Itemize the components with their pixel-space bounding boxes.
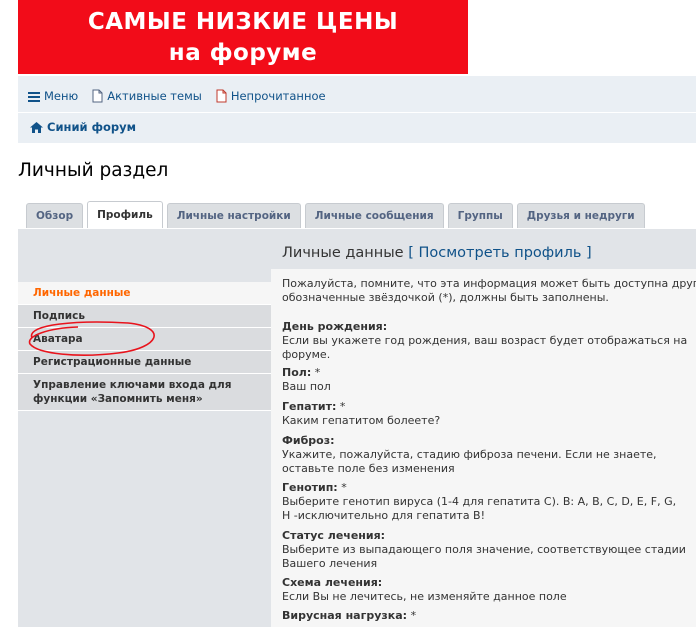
navbar: Меню Активные темы Непрочитанное Синий ф… xyxy=(18,76,696,143)
fibrosis-label: Фиброз: xyxy=(282,434,335,447)
genotype-desc-1: Выберите генотип вируса (1-4 для гепатит… xyxy=(282,495,677,508)
intro-line-2: обозначенные звёздочкой (*), должны быть… xyxy=(282,291,609,304)
fibrosis-desc-1: Укажите, пожалуйста, стадию фиброза пече… xyxy=(282,448,657,461)
menu-link[interactable]: Меню xyxy=(28,89,78,103)
forum-name: Синий форум xyxy=(47,120,137,134)
autologin-line-2: функции «Запомнить меня» xyxy=(33,393,203,405)
unread-file-icon xyxy=(216,89,227,103)
hamburger-icon xyxy=(28,91,40,102)
profile-sidebar: Личные данные Подпись Аватара Регистраци… xyxy=(18,282,271,411)
field-fibrosis: Фиброз: Укажите, пожалуйста, стадию фибр… xyxy=(282,434,696,476)
active-topics-link[interactable]: Активные темы xyxy=(92,89,202,103)
sidebar-item-autologin-keys[interactable]: Управление ключами входа для функции «За… xyxy=(18,374,271,411)
treatment-scheme-label: Схема лечения: xyxy=(282,576,383,589)
tab-private-messages[interactable]: Личные сообщения xyxy=(304,203,444,228)
genotype-desc-2: H -исключительно для гепатита В! xyxy=(282,509,486,522)
field-genotype: Генотип: * Выберите генотип вируса (1-4 … xyxy=(282,481,696,523)
field-viral-load: Вирусная нагрузка: * xyxy=(282,609,696,623)
banner-line-1: САМЫЕ НИЗКИЕ ЦЕНЫ xyxy=(87,9,399,35)
treatment-scheme-desc: Если Вы не лечитесь, не изменяйте данное… xyxy=(282,590,567,603)
unread-label: Непрочитанное xyxy=(230,89,326,103)
sidebar-item-signature[interactable]: Подпись xyxy=(18,305,271,328)
birthday-desc-1: Если вы укажете год рождения, ваш возрас… xyxy=(282,334,688,347)
gender-required: * xyxy=(311,366,321,379)
banner-line-2: на форуме xyxy=(168,40,318,66)
gender-desc: Ваш пол xyxy=(282,380,331,393)
hepatitis-label: Гепатит: xyxy=(282,400,337,413)
intro-text: Пожалуйста, помните, что эта информация … xyxy=(282,277,696,305)
ucp-tabs: Обзор Профиль Личные настройки Личные со… xyxy=(26,201,649,229)
tab-preferences[interactable]: Личные настройки xyxy=(166,203,301,228)
treatment-status-label: Статус лечения: xyxy=(282,529,386,542)
breadcrumb[interactable]: Синий форум xyxy=(30,120,136,134)
unread-link[interactable]: Непрочитанное xyxy=(216,89,326,103)
hepatitis-required: * xyxy=(336,400,346,413)
content-heading: Личные данные xyxy=(282,245,404,261)
field-hepatitis: Гепатит: * Каким гепатитом болеете? xyxy=(282,400,696,428)
sidebar-item-registration[interactable]: Регистрационные данные xyxy=(18,351,271,374)
quick-links: Меню Активные темы Непрочитанное xyxy=(28,87,340,105)
treatment-status-desc-2: Вашего лечения xyxy=(282,557,378,570)
file-icon xyxy=(92,89,103,103)
home-icon xyxy=(30,121,43,133)
autologin-line-1: Управление ключами входа для xyxy=(33,379,232,391)
gender-label: Пол: xyxy=(282,366,312,379)
nav-divider xyxy=(18,112,696,113)
field-gender: Пол: * Ваш пол xyxy=(282,366,696,394)
genotype-label: Генотип: xyxy=(282,481,338,494)
field-birthday: День рождения: Если вы укажете год рожде… xyxy=(282,320,696,362)
viral-load-required: * xyxy=(407,609,417,622)
ad-banner[interactable]: САМЫЕ НИЗКИЕ ЦЕНЫ на форуме xyxy=(18,0,468,74)
menu-label: Меню xyxy=(44,89,79,103)
birthday-desc-2: форуме. xyxy=(282,348,331,361)
tab-overview[interactable]: Обзор xyxy=(26,203,84,228)
intro-line-1: Пожалуйста, помните, что эта информация … xyxy=(282,277,696,290)
active-topics-label: Активные темы xyxy=(107,89,202,103)
hepatitis-desc: Каким гепатитом болеете? xyxy=(282,414,441,427)
content-title: Личные данные [ Посмотреть профиль ] xyxy=(282,245,592,261)
treatment-status-desc-1: Выберите из выпадающего поля значение, с… xyxy=(282,543,686,556)
page-title: Личный раздел xyxy=(18,160,169,181)
view-profile-link[interactable]: Посмотреть профиль xyxy=(418,245,581,261)
tab-profile[interactable]: Профиль xyxy=(87,201,163,228)
fibrosis-desc-2: оставьте поле без изменения xyxy=(282,462,455,475)
sidebar-item-personal-data[interactable]: Личные данные xyxy=(18,282,271,305)
viral-load-label: Вирусная нагрузка: xyxy=(282,609,408,622)
field-treatment-status: Статус лечения: Выберите из выпадающего … xyxy=(282,529,696,571)
tab-groups[interactable]: Группы xyxy=(447,203,513,228)
genotype-required: * xyxy=(337,481,347,494)
field-treatment-scheme: Схема лечения: Если Вы не лечитесь, не и… xyxy=(282,576,696,604)
birthday-label: День рождения: xyxy=(282,320,388,333)
tab-friends-foes[interactable]: Друзья и недруги xyxy=(516,203,645,228)
sidebar-item-avatar[interactable]: Аватара xyxy=(18,328,271,351)
